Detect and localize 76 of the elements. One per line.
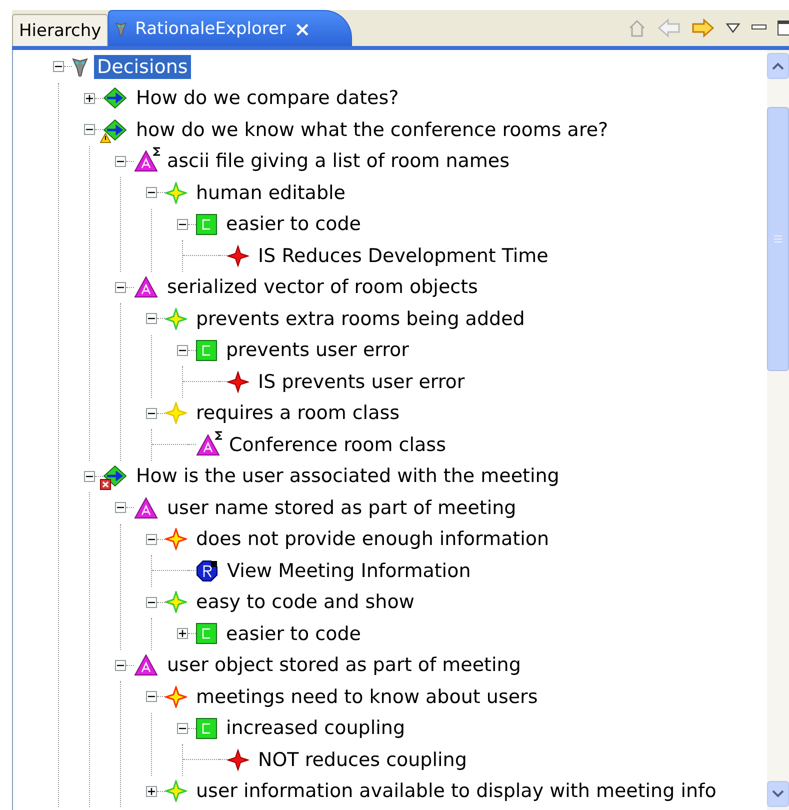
collapse-toggle[interactable] <box>177 344 188 356</box>
expand-toggle[interactable] <box>177 628 188 640</box>
tab-label: Hierarchy <box>19 20 102 40</box>
funnel-icon <box>115 20 128 36</box>
tree-item[interactable]: how do we know what the conference rooms are? <box>133 118 612 142</box>
triangle-icon <box>196 434 220 456</box>
plus-icon <box>148 788 155 795</box>
claim-square-icon <box>196 340 217 361</box>
collapse-toggle[interactable] <box>84 124 95 136</box>
tree-item[interactable]: user name stored as part of meeting <box>164 496 520 520</box>
collapse-toggle[interactable] <box>146 534 157 545</box>
tree-item[interactable]: easier to code <box>223 622 364 646</box>
octagon-icon <box>196 560 218 582</box>
collapse-toggle[interactable] <box>115 660 126 671</box>
tree-item[interactable]: ascii file giving a list of room names <box>164 149 513 174</box>
tree-item[interactable]: How do we compare dates? <box>133 86 402 110</box>
collapse-toggle[interactable] <box>146 596 157 608</box>
triangle-icon <box>134 496 158 519</box>
tree-item[interactable]: How is the user associated with the meeting <box>133 464 562 488</box>
close-button[interactable]: × <box>294 16 311 40</box>
tree-item[interactable]: user information available to display with meeting info <box>193 779 720 804</box>
tree-item[interactable]: user object stored as part of meeting <box>164 653 524 678</box>
collapse-toggle[interactable] <box>115 502 126 514</box>
collapse-toggle[interactable] <box>146 313 157 324</box>
maximize-icon[interactable] <box>777 20 789 36</box>
collapse-toggle[interactable] <box>146 187 157 198</box>
claim-square-icon <box>196 214 217 235</box>
collapse-toggle[interactable] <box>53 61 64 72</box>
triangle-icon <box>134 654 158 676</box>
expand-toggle[interactable] <box>146 786 157 797</box>
funnel-icon <box>72 56 88 78</box>
tree-item[interactable]: serialized vector of room objects <box>164 275 481 300</box>
tree-item[interactable]: human editable <box>193 180 348 205</box>
tree-item[interactable]: easy to code and show <box>193 590 418 614</box>
scrollbar-thumb[interactable] <box>767 107 789 371</box>
requirement-icon <box>227 370 249 393</box>
tree-item[interactable]: increased coupling <box>223 716 408 740</box>
claim-square-icon <box>196 623 217 644</box>
plus-icon <box>179 630 186 638</box>
tree-item[interactable]: IS Reduces Development Time <box>255 244 552 268</box>
tree-item[interactable]: requires a room class <box>193 401 403 426</box>
claim-square-icon <box>196 718 217 739</box>
forward-arrow-icon[interactable] <box>691 18 715 38</box>
tree-item[interactable]: IS prevents user error <box>255 370 468 394</box>
tree-item[interactable]: does not provide enough information <box>193 527 552 552</box>
caret-up-icon <box>772 62 784 70</box>
scroll-down-button[interactable] <box>767 781 789 807</box>
caret-down-icon <box>772 790 784 798</box>
plus-icon <box>86 94 93 102</box>
tree-item[interactable]: meetings need to know about users <box>193 684 541 709</box>
tree-item[interactable]: Decisions <box>94 54 191 79</box>
requirement-icon <box>227 244 249 267</box>
view-menu-icon[interactable] <box>725 22 741 34</box>
tab-label: RationaleExplorer <box>135 18 286 38</box>
decision-diamond-icon <box>103 87 127 110</box>
view-tab[interactable]: RationaleExplorer × <box>108 10 352 46</box>
expand-toggle[interactable] <box>84 92 95 104</box>
triangle-icon <box>134 276 158 298</box>
tree-item[interactable]: prevents extra rooms being added <box>193 306 528 331</box>
tree-item[interactable]: NOT reduces coupling <box>255 748 470 772</box>
collapse-toggle[interactable] <box>115 156 126 167</box>
tree-item[interactable]: prevents user error <box>223 338 412 362</box>
triangle-icon <box>134 150 158 172</box>
collapse-toggle[interactable] <box>115 282 126 293</box>
collapse-toggle[interactable] <box>146 691 157 702</box>
view-tab[interactable]: Hierarchy <box>12 14 108 46</box>
collapse-toggle[interactable] <box>177 218 188 230</box>
requirement-icon <box>227 748 249 771</box>
tree-item[interactable]: View Meeting Information <box>224 558 474 583</box>
grip-icon <box>774 235 782 243</box>
collapse-toggle[interactable] <box>84 470 95 482</box>
collapse-toggle[interactable] <box>177 722 188 734</box>
tree-item[interactable]: easier to code <box>223 212 364 236</box>
tree-item[interactable]: Conference room class <box>226 432 449 457</box>
collapse-toggle[interactable] <box>146 408 157 419</box>
scroll-up-button[interactable] <box>767 53 789 79</box>
